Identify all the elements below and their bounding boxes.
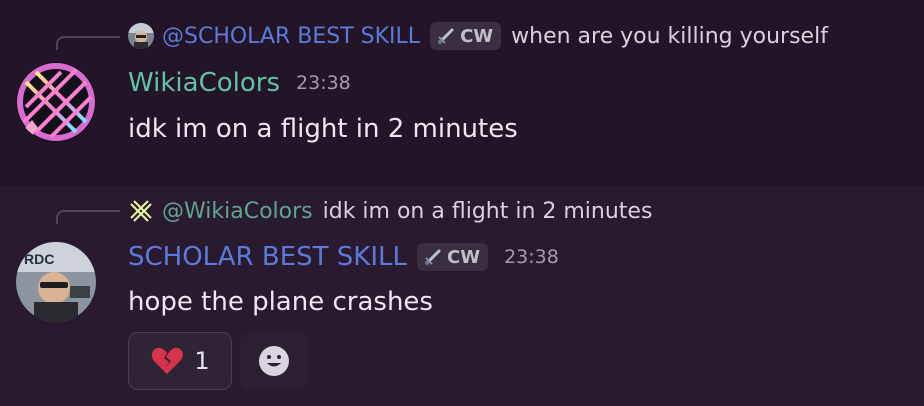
clan-tag-label: CW [460,25,494,47]
reaction-count: 1 [194,347,210,375]
svg-text:RDC: RDC [24,251,54,267]
message-header: SCHOLAR BEST SKILL CW 23:38 [128,242,559,272]
clan-tag[interactable]: CW [430,22,502,50]
reaction-button[interactable]: 1 [128,332,232,390]
neon-grid-avatar-icon [128,198,154,224]
message: @WikiaColors idk im on a flight in 2 min… [0,186,924,406]
reply-text[interactable]: idk im on a flight in 2 minutes [323,199,653,224]
clan-tag[interactable]: CW [416,243,489,271]
reply-connector [56,36,120,50]
sword-icon [438,28,454,44]
author-username[interactable]: SCHOLAR BEST SKILL [128,242,407,272]
reply-preview[interactable]: @WikiaColors idk im on a flight in 2 min… [128,198,652,224]
profile-photo-icon [128,23,154,49]
reply-text[interactable]: when are you killing yourself [511,24,828,49]
reply-preview[interactable]: @SCHOLAR BEST SKILL CW when are you kill… [128,22,828,50]
sword-icon [424,249,441,265]
timestamp[interactable]: 23:38 [296,72,351,94]
message-content: idk im on a flight in 2 minutes [128,114,518,144]
profile-photo-icon[interactable]: RDC [16,242,96,322]
add-reaction-button[interactable] [240,332,308,390]
message: @SCHOLAR BEST SKILL CW when are you kill… [0,0,924,186]
author-username[interactable]: WikiaColors [128,68,280,98]
message-content: hope the plane crashes [128,287,433,317]
reply-username[interactable]: @WikiaColors [162,199,313,224]
reply-username[interactable]: @SCHOLAR BEST SKILL [162,24,420,49]
neon-grid-avatar-icon[interactable] [16,62,96,142]
clan-tag-label: CW [446,246,481,268]
smiley-face-icon [259,346,289,376]
timestamp[interactable]: 23:38 [504,246,559,268]
reply-connector [56,210,120,224]
broken-heart-icon [152,347,184,374]
message-header: WikiaColors 23:38 [128,68,351,98]
